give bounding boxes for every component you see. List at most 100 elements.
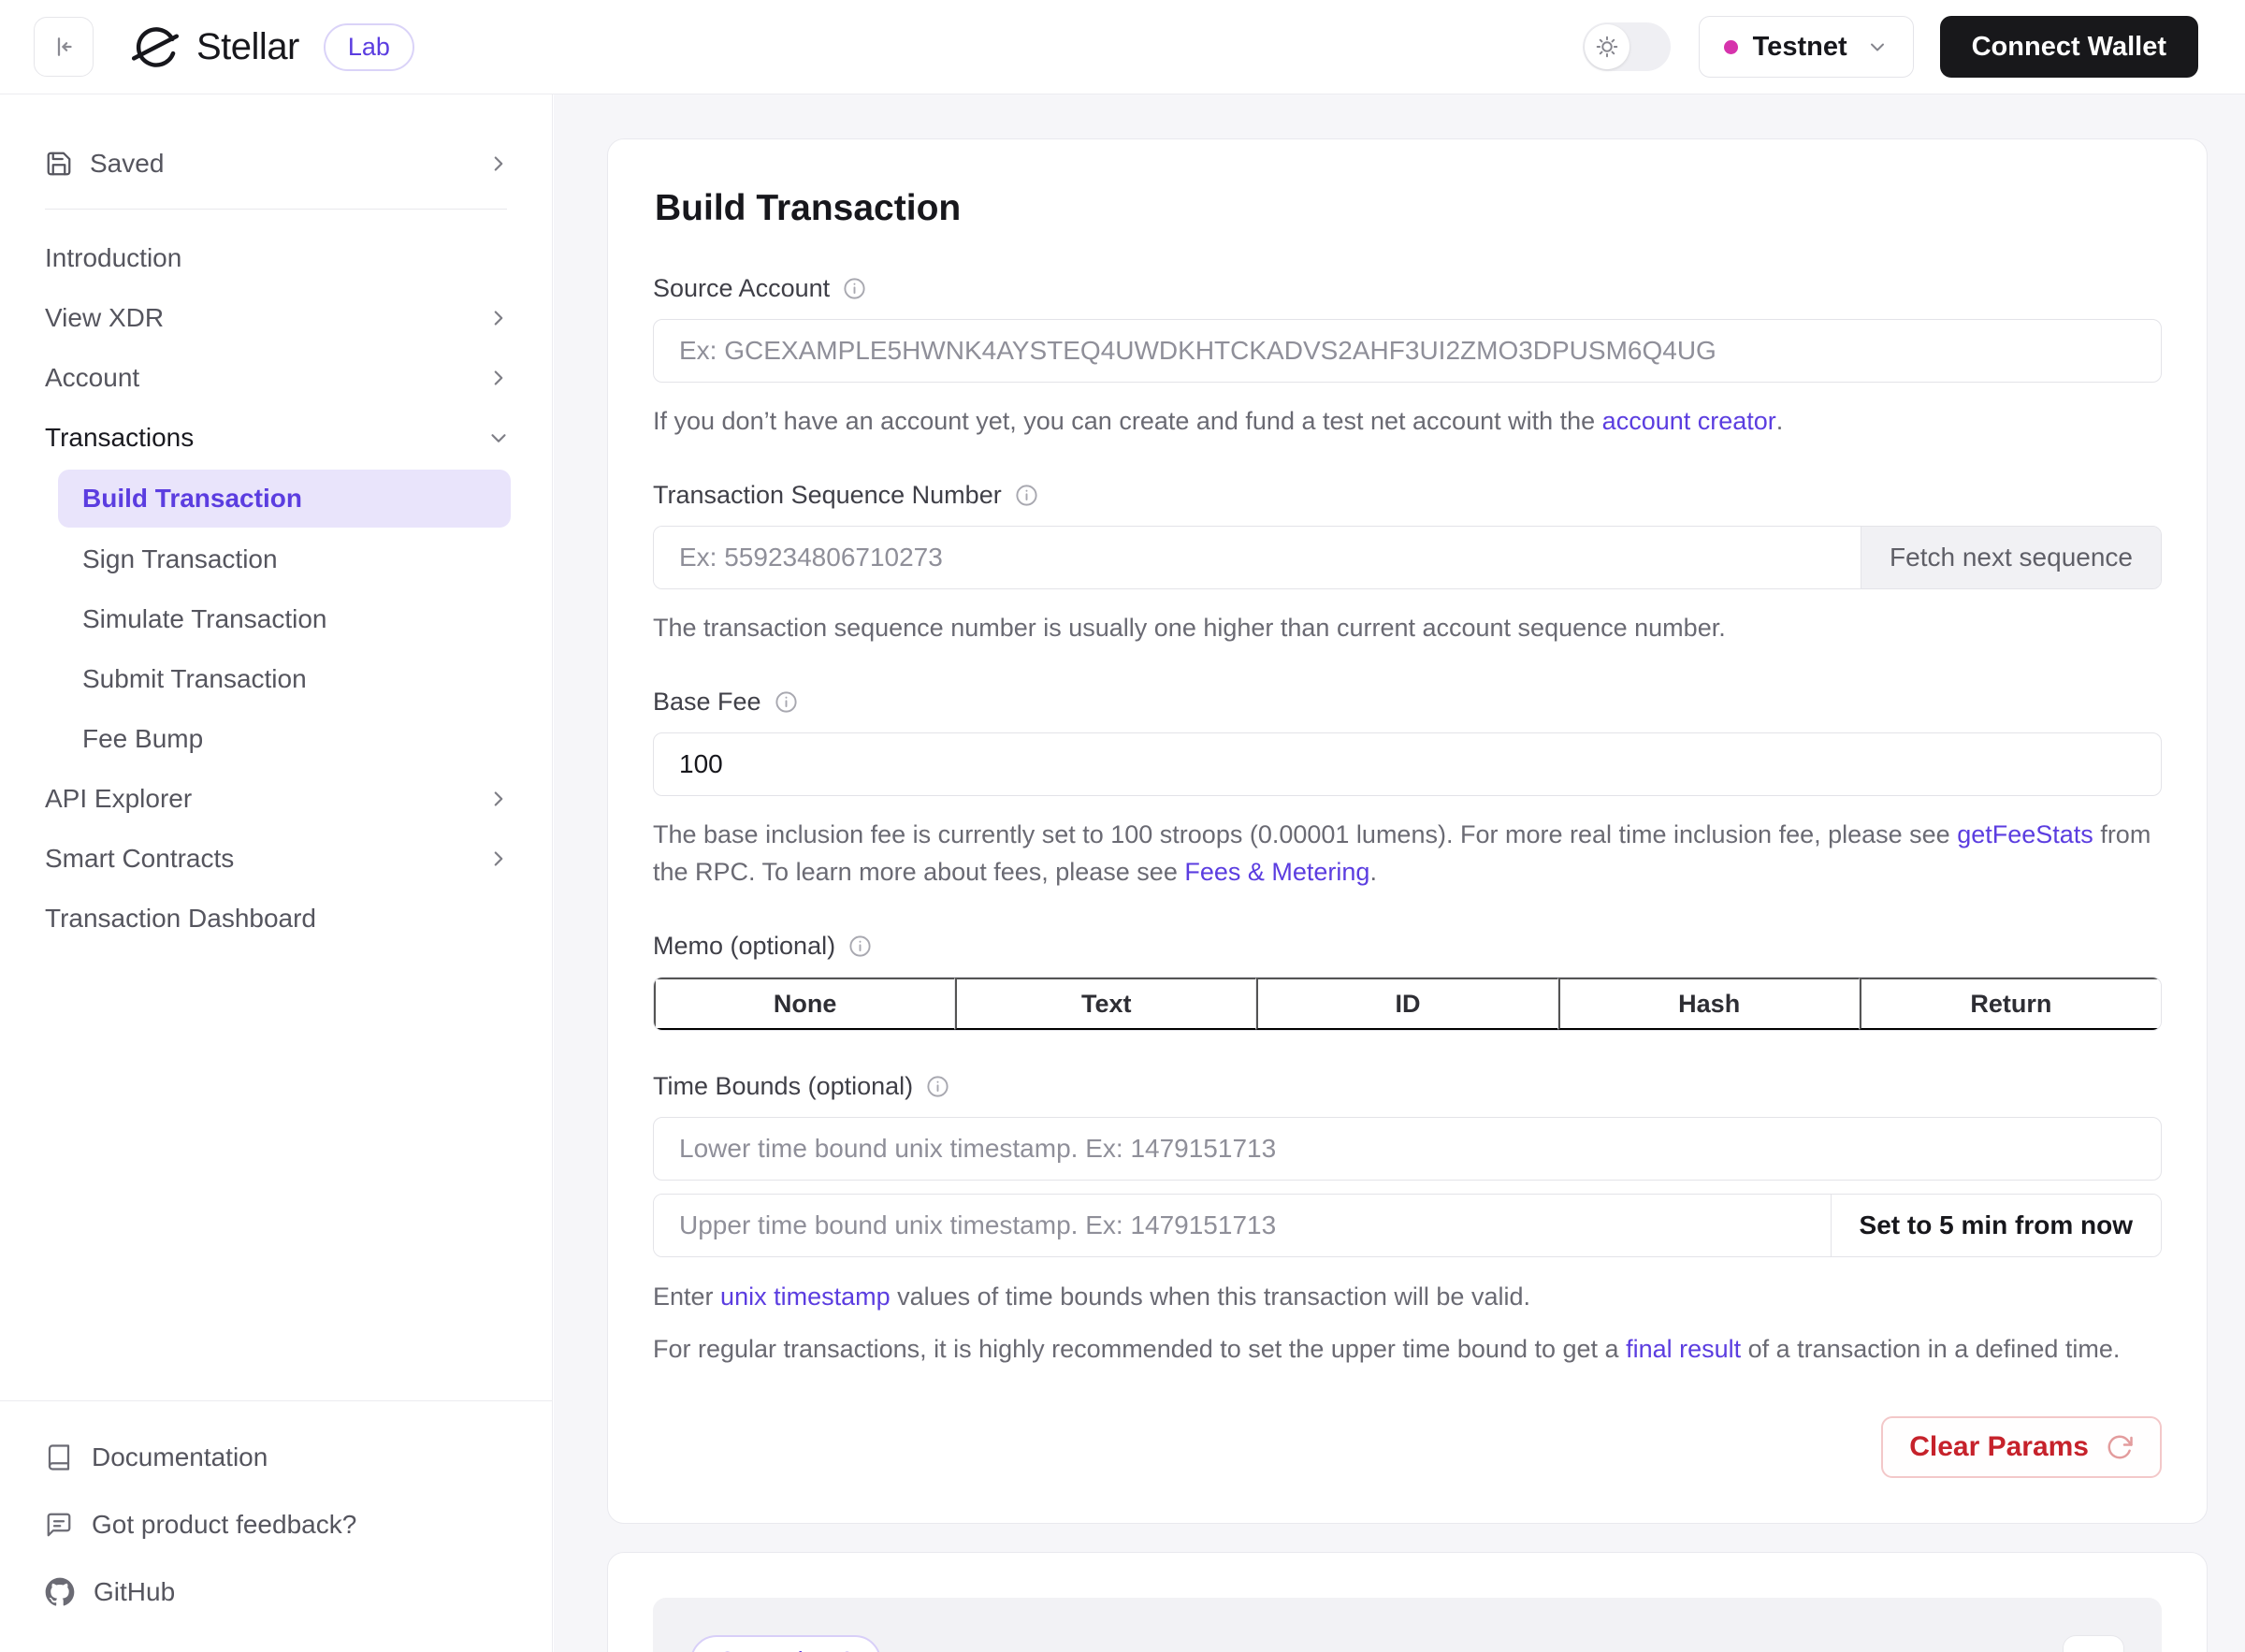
footer-link-label: GitHub — [94, 1577, 175, 1607]
sidebar-item-saved[interactable]: Saved — [0, 134, 552, 194]
sidebar-item-simulate-transaction[interactable]: Simulate Transaction — [0, 589, 552, 649]
network-selector[interactable]: Testnet — [1699, 16, 1914, 78]
time-bounds-label: Time Bounds (optional) — [653, 1072, 913, 1101]
memo-tab-hash[interactable]: Hash — [1558, 978, 1860, 1030]
unix-timestamp-link[interactable]: unix timestamp — [720, 1282, 891, 1311]
memo-type-tabs: None Text ID Hash Return — [653, 977, 2162, 1031]
brand-name: Stellar — [196, 26, 299, 68]
sidebar-item-fee-bump[interactable]: Fee Bump — [0, 709, 552, 769]
sidebar-item-sign-transaction[interactable]: Sign Transaction — [0, 529, 552, 589]
memo-tab-id[interactable]: ID — [1256, 978, 1557, 1030]
top-header: Stellar Lab Testnet Connect Wallet — [0, 0, 2245, 94]
github-icon — [45, 1577, 75, 1607]
sidebar-item-label: Smart Contracts — [45, 844, 486, 874]
lab-badge: Lab — [324, 23, 414, 71]
footer-link-feedback[interactable]: Got product feedback? — [45, 1510, 507, 1540]
connect-wallet-button[interactable]: Connect Wallet — [1940, 16, 2198, 78]
sequence-number-label: Transaction Sequence Number — [653, 481, 1002, 510]
collapse-sidebar-button[interactable] — [34, 17, 94, 77]
chevron-right-icon — [486, 152, 511, 176]
footer-link-label: Got product feedback? — [92, 1510, 356, 1540]
sidebar: Saved Introduction View XDR Account — [0, 94, 553, 1652]
chevron-down-icon — [486, 426, 511, 450]
network-label: Testnet — [1753, 32, 1847, 63]
note-text: of a transaction in a defined time. — [1741, 1335, 2120, 1363]
brand[interactable]: Stellar Lab — [131, 22, 414, 71]
info-icon[interactable] — [774, 689, 799, 715]
operation-panel: Operation 0 Operation type — [653, 1598, 2162, 1652]
sidebar-item-api-explorer[interactable]: API Explorer — [0, 769, 552, 829]
footer-link-github[interactable]: GitHub — [45, 1577, 507, 1607]
sidebar-item-transaction-dashboard[interactable]: Transaction Dashboard — [0, 889, 552, 949]
account-creator-link[interactable]: account creator — [1602, 407, 1776, 435]
sidebar-divider — [45, 209, 507, 210]
sidebar-item-label: Transaction Dashboard — [45, 904, 511, 934]
info-icon[interactable] — [847, 934, 873, 959]
chevron-right-icon — [486, 366, 511, 390]
main-content: Build Transaction Source Account If you … — [554, 94, 2245, 1652]
sidebar-item-label: Saved — [90, 149, 486, 179]
save-icon — [45, 150, 73, 178]
time-bounds-note-2: For regular transactions, it is highly r… — [653, 1330, 2162, 1368]
operations-card: Operation 0 Operation type — [607, 1552, 2208, 1652]
stellar-lab-app: Stellar Lab Testnet Connect Wallet — [0, 0, 2245, 1652]
sidebar-item-view-xdr[interactable]: View XDR — [0, 288, 552, 348]
stellar-logo-icon — [131, 22, 180, 71]
clear-params-button[interactable]: Clear Params — [1881, 1416, 2162, 1478]
fetch-next-sequence-button[interactable]: Fetch next sequence — [1861, 527, 2161, 588]
network-status-dot — [1724, 40, 1738, 54]
chevron-right-icon — [486, 787, 511, 811]
memo-tab-return[interactable]: Return — [1860, 978, 2161, 1030]
note-text: Enter — [653, 1282, 720, 1311]
sidebar-item-smart-contracts[interactable]: Smart Contracts — [0, 829, 552, 889]
getfeestats-link[interactable]: getFeeStats — [1957, 820, 2093, 848]
chevron-right-icon — [486, 847, 511, 871]
sidebar-item-introduction[interactable]: Introduction — [0, 228, 552, 288]
upper-time-bound-input[interactable] — [654, 1195, 1831, 1256]
footer-link-documentation[interactable]: Documentation — [45, 1442, 507, 1472]
memo-field: Memo (optional) None Text ID Hash Return — [653, 932, 2162, 1031]
sidebar-item-submit-transaction[interactable]: Submit Transaction — [0, 649, 552, 709]
base-fee-field: Base Fee The base inclusion fee is curre… — [653, 688, 2162, 891]
base-fee-input[interactable] — [653, 732, 2162, 796]
sidebar-item-label: Simulate Transaction — [82, 604, 326, 634]
final-result-link[interactable]: final result — [1626, 1335, 1741, 1363]
note-text: If you don’t have an account yet, you ca… — [653, 407, 1602, 435]
feedback-bubble-icon — [45, 1511, 73, 1539]
sequence-number-field: Transaction Sequence Number Fetch next s… — [653, 481, 2162, 646]
memo-tab-none[interactable]: None — [654, 978, 955, 1030]
note-text: . — [1369, 858, 1377, 886]
info-icon[interactable] — [1014, 483, 1039, 508]
fees-metering-link[interactable]: Fees & Metering — [1184, 858, 1369, 886]
sidebar-item-transactions[interactable]: Transactions — [0, 408, 552, 468]
sidebar-item-account[interactable]: Account — [0, 348, 552, 408]
note-text: . — [1776, 407, 1784, 435]
info-icon[interactable] — [842, 276, 867, 301]
clear-params-label: Clear Params — [1909, 1431, 2089, 1463]
memo-tab-text[interactable]: Text — [955, 978, 1256, 1030]
set-5-min-button[interactable]: Set to 5 min from now — [1831, 1195, 2161, 1256]
chevron-right-icon — [486, 306, 511, 330]
lower-time-bound-input[interactable] — [653, 1117, 2162, 1181]
memo-label: Memo (optional) — [653, 932, 835, 961]
sidebar-item-label: Account — [45, 363, 486, 393]
collapse-sidebar-icon — [50, 33, 78, 61]
refresh-icon — [2106, 1433, 2134, 1461]
sidebar-item-build-transaction[interactable]: Build Transaction — [58, 470, 511, 528]
info-icon[interactable] — [925, 1074, 950, 1099]
note-text: For regular transactions, it is highly r… — [653, 1335, 1626, 1363]
theme-toggle[interactable] — [1583, 22, 1671, 71]
source-account-field: Source Account If you don’t have an acco… — [653, 274, 2162, 440]
source-account-input[interactable] — [653, 319, 2162, 383]
sequence-number-note: The transaction sequence number is usual… — [653, 609, 2162, 646]
source-account-note: If you don’t have an account yet, you ca… — [653, 402, 2162, 440]
note-text: values of time bounds when this transact… — [891, 1282, 1530, 1311]
sidebar-item-label: API Explorer — [45, 784, 486, 814]
sequence-number-input[interactable] — [654, 527, 1861, 588]
build-transaction-card: Build Transaction Source Account If you … — [607, 138, 2208, 1524]
time-bounds-field: Time Bounds (optional) Set to 5 min from… — [653, 1072, 2162, 1368]
base-fee-note: The base inclusion fee is currently set … — [653, 816, 2162, 891]
footer-link-label: Documentation — [92, 1442, 268, 1472]
operation-badge[interactable]: Operation 0 — [690, 1635, 881, 1652]
duplicate-operation-button[interactable] — [2063, 1635, 2124, 1652]
